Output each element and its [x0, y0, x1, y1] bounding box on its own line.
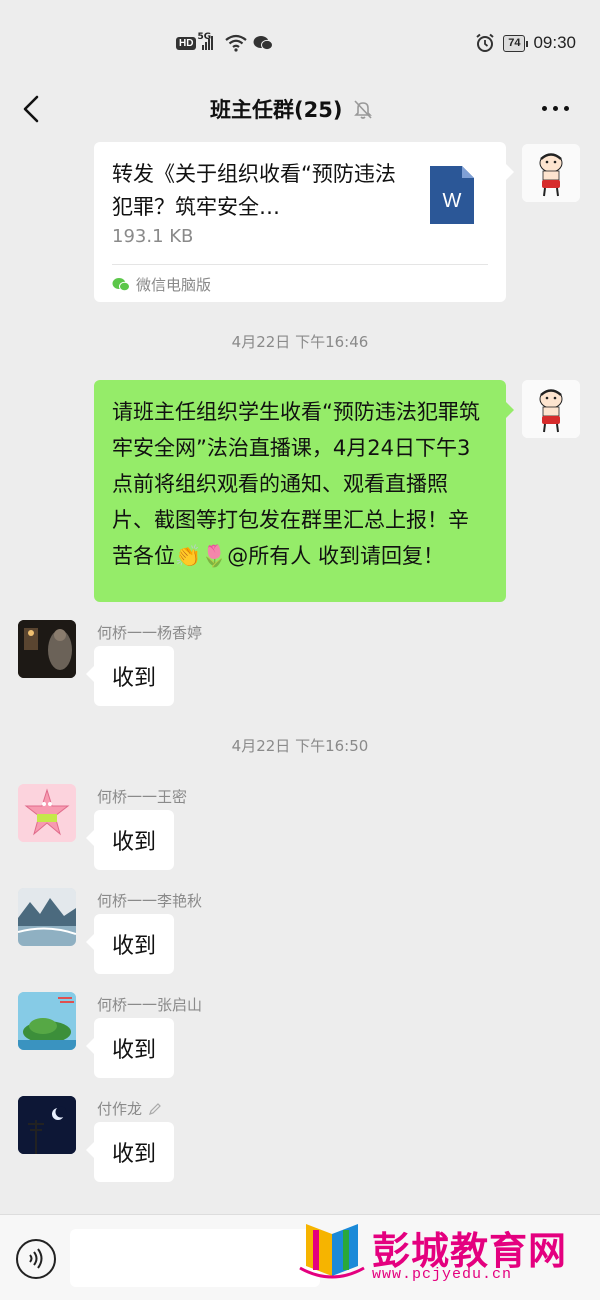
sender-name: 何桥一一李艳秋 — [97, 892, 203, 910]
status-icons-left: HD 5G — [176, 32, 274, 52]
file-size: 193.1 KB — [112, 226, 194, 247]
text-message[interactable]: 收到 — [85, 1018, 175, 1078]
text-message[interactable]: 收到 — [85, 914, 175, 974]
patrick-star-avatar-icon — [18, 784, 76, 842]
word-document-icon: W — [430, 166, 474, 224]
message-text-input[interactable] — [70, 1229, 320, 1287]
sender-name: 付作龙 — [97, 1098, 162, 1119]
voice-input-button[interactable] — [16, 1239, 56, 1279]
sender-name-text: 付作龙 — [97, 1100, 143, 1118]
text-message[interactable]: 收到 — [85, 1122, 175, 1182]
cartoon-boy-avatar-icon — [522, 380, 580, 438]
wechat-small-icon — [112, 278, 130, 292]
timestamp: 4月22日 下午16:46 — [231, 333, 369, 351]
back-arrow-icon[interactable] — [18, 94, 48, 124]
status-icons-right: 74 09:30 — [475, 33, 576, 53]
site-watermark: 彭城教育网 www.pcjyedu.cn — [296, 1218, 586, 1288]
night-moon-avatar-icon — [18, 1096, 76, 1154]
dark-photo-avatar-icon — [18, 620, 76, 678]
wifi-icon — [225, 34, 247, 52]
island-avatar-icon — [18, 992, 76, 1050]
own-text-message[interactable]: 请班主任组织学生收看“预防违法犯罪筑牢安全网”法治直播课，4月24日下午3点前将… — [94, 380, 514, 602]
sender-name: 何桥一一王密 — [97, 788, 188, 806]
edit-remark-icon — [149, 1102, 161, 1115]
dot — [542, 105, 547, 111]
doc-letter: W — [443, 190, 462, 212]
clock: 09:30 — [533, 33, 576, 52]
avatar-patrick-star[interactable] — [18, 784, 76, 842]
book-logo-icon — [299, 1224, 365, 1279]
sender-name: 何桥一一杨香婷 — [97, 624, 203, 642]
battery-indicator: 74 — [503, 34, 529, 52]
file-source: 微信电脑版 — [112, 274, 211, 295]
text-message[interactable]: 收到 — [85, 810, 175, 870]
landscape-painting-avatar-icon — [18, 888, 76, 946]
mute-bell-icon — [354, 100, 373, 119]
more-options-button[interactable] — [542, 100, 574, 116]
divider — [112, 264, 488, 265]
own-avatar[interactable] — [522, 144, 580, 202]
dot — [564, 105, 569, 111]
timestamp: 4月22日 下午16:50 — [231, 737, 369, 755]
cartoon-boy-avatar-icon — [522, 144, 580, 202]
file-source-label: 微信电脑版 — [136, 276, 212, 294]
file-message-card[interactable]: 转发《关于组织收看“预防违法犯罪？筑牢安全… 193.1 KB W 微信电脑版 — [94, 142, 514, 302]
avatar-island[interactable] — [18, 992, 76, 1050]
sender-name: 何桥一一张启山 — [97, 996, 203, 1014]
chat-header: 班主任群(25) — [0, 86, 600, 134]
avatar-landscape[interactable] — [18, 888, 76, 946]
own-avatar[interactable] — [522, 380, 580, 438]
chat-title: 班主任群(25) — [210, 98, 343, 122]
watermark-url: www.pcjyedu.cn — [372, 1266, 513, 1283]
avatar-night-moon[interactable] — [18, 1096, 76, 1154]
alarm-icon — [476, 33, 494, 52]
wechat-notification-icon — [253, 36, 274, 51]
chat-title-group: 班主任群(25) — [210, 94, 374, 124]
voice-icon — [29, 1248, 43, 1269]
status-bar: HD 5G 74 09:30 — [0, 0, 600, 86]
chat-message-list[interactable]: 转发《关于组织收看“预防违法犯罪？筑牢安全… 193.1 KB W 微信电脑版 — [0, 134, 600, 1214]
hd-badge: HD — [176, 36, 197, 50]
avatar-dark-photo[interactable] — [18, 620, 76, 678]
network-type: 5G — [197, 32, 212, 42]
dot — [553, 105, 558, 111]
text-message[interactable]: 收到 — [85, 646, 175, 706]
file-title: 转发《关于组织收看“预防违法犯罪？筑牢安全… — [112, 162, 396, 219]
